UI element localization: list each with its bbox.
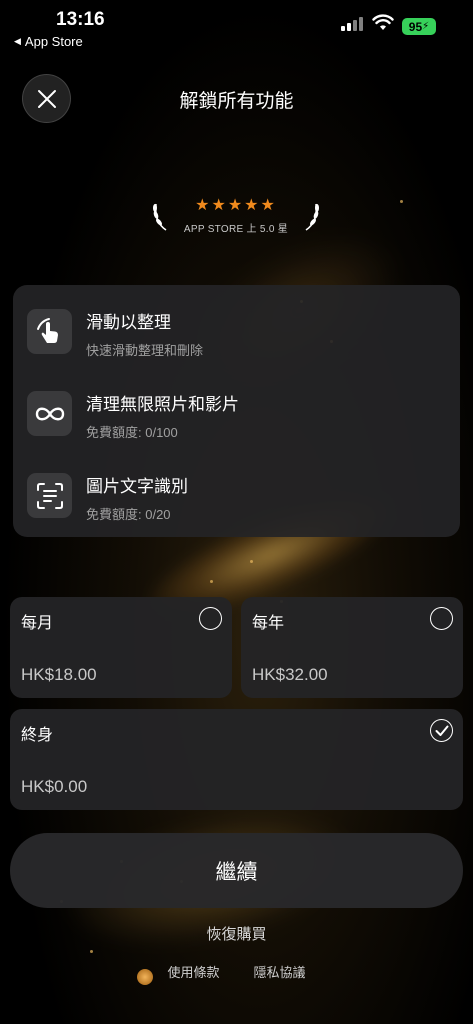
infinity-icon: [27, 391, 72, 436]
status-time: 13:16: [56, 9, 105, 30]
feature-title: 清理無限照片和影片: [86, 395, 239, 414]
terms-link[interactable]: 使用條款: [167, 962, 219, 981]
text-scan-icon: [27, 473, 72, 518]
radio-unselected-icon: [199, 607, 222, 630]
plan-yearly[interactable]: 每年 HK$32.00: [241, 597, 463, 698]
feature-item-unlimited: 清理無限照片和影片 免費額度: 0/100: [27, 384, 447, 444]
feature-item-swipe: 滑動以整理 快速滑動整理和刪除: [27, 302, 447, 362]
feature-subtitle: 免費額度: 0/20: [86, 507, 171, 522]
page-title: 解鎖所有功能: [179, 91, 294, 112]
restore-purchase-link[interactable]: 恢復購買: [0, 923, 473, 944]
footer-links: 使用條款 隱私協議: [0, 962, 473, 981]
plan-name: 每月: [21, 615, 54, 632]
cellular-signal-icon: [341, 17, 363, 31]
charging-bolt-icon: ⚡: [422, 21, 430, 32]
app-store-rating: ★★★★★ APP STORE 上 5.0 星: [148, 192, 324, 244]
plan-price: HK$0.00: [21, 777, 88, 796]
back-app-label: App Store: [24, 34, 83, 49]
plan-price: HK$32.00: [252, 665, 328, 684]
radio-unselected-icon: [430, 607, 453, 630]
status-bar: 13:16 ◀ App Store 95 ⚡: [0, 0, 473, 56]
feature-item-text-recognition: 圖片文字識別 免費額度: 0/20: [27, 466, 447, 526]
feature-list: 滑動以整理 快速滑動整理和刪除 清理無限照片和影片 免費額度: 0/100 圖片…: [13, 285, 460, 537]
laurel-right-icon: [305, 203, 319, 231]
battery-level: 95: [408, 19, 423, 34]
plan-name: 每年: [252, 615, 285, 632]
rating-stars: ★★★★★: [195, 197, 277, 214]
plan-lifetime[interactable]: 終身 HK$0.00: [10, 709, 463, 810]
back-triangle-icon: ◀: [14, 36, 21, 46]
back-to-app-store[interactable]: ◀ App Store: [14, 34, 83, 49]
restore-label[interactable]: 恢復購買: [206, 926, 266, 943]
battery-indicator: 95 ⚡: [402, 18, 436, 35]
feature-subtitle: 快速滑動整理和刪除: [86, 343, 204, 358]
plan-monthly[interactable]: 每月 HK$18.00: [10, 597, 232, 698]
checkmark-selected-icon: [430, 719, 453, 742]
feature-title: 圖片文字識別: [86, 477, 188, 496]
wifi-icon: [372, 14, 394, 30]
continue-button[interactable]: 繼續: [10, 833, 463, 908]
rating-text: APP STORE 上 5.0 星: [183, 224, 289, 235]
privacy-link[interactable]: 隱私協議: [254, 962, 306, 981]
plan-price: HK$18.00: [21, 665, 97, 684]
plan-name: 終身: [21, 727, 54, 744]
swipe-hand-icon: [27, 309, 72, 354]
feature-title: 滑動以整理: [86, 313, 171, 332]
feature-subtitle: 免費額度: 0/100: [86, 425, 178, 440]
